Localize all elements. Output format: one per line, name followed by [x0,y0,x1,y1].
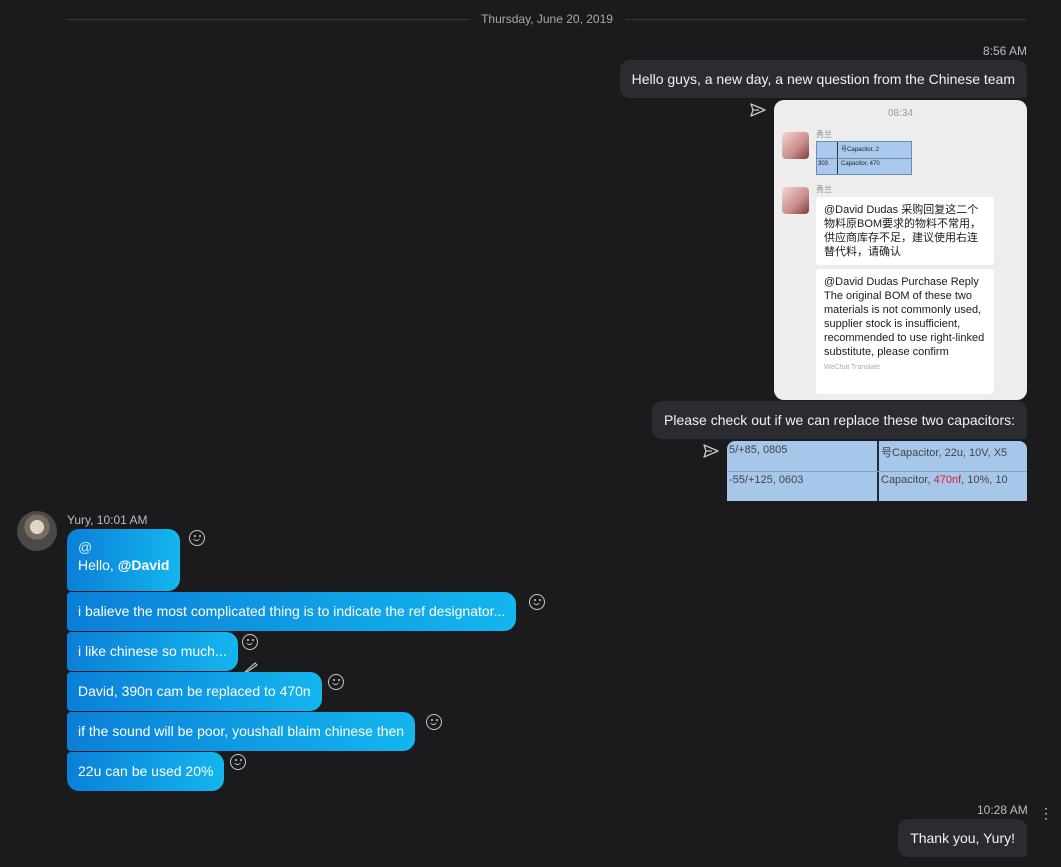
smiley-icon[interactable] [189,530,205,546]
divider [625,19,1027,20]
send-icon [750,103,766,117]
incoming-message[interactable]: David, 390n cam be replaced to 470n [67,672,322,711]
table-cell: Capacitor, 470nf, 10%, 10 [881,474,1008,486]
incoming-message[interactable]: 22u can be used 20% [67,752,225,791]
incoming-message[interactable]: i balieve the most complicated thing is … [67,592,517,631]
avatar [782,187,809,214]
message-timestamp: 8:56 AM [983,44,1028,58]
smiley-icon[interactable] [426,714,442,730]
image-time: 08:34 [887,108,914,119]
mention[interactable]: @David [118,557,170,573]
table-cell: 号Capacitor, 2 [841,147,880,153]
smiley-icon[interactable] [328,674,344,690]
capacitor-table-image[interactable]: 5/+85, 0805 号Capacitor, 22u, 10V, X5 -55… [727,441,1027,501]
table-cell: -55/+125, 0603 [729,474,804,486]
avatar[interactable] [17,511,57,551]
translation-note: WeChat Translate [824,364,880,371]
sender-name-time: Yury, 10:01 AM [67,513,148,527]
divider [67,19,469,20]
wechat-screenshot-image[interactable]: 08:34 秀兰 号Capacitor, 2 303 Capacitor, 47… [774,100,1027,400]
outgoing-message[interactable]: Hello guys, a new day, a new question fr… [619,60,1027,98]
table-cell: 303 [818,161,829,167]
table-cell: 号Capacitor, 22u, 10V, X5 [881,447,1008,459]
translation-text: @David Dudas Purchase Reply The original… [824,276,985,358]
outgoing-message[interactable]: Thank you, Yury! [898,819,1027,857]
send-icon [703,444,719,458]
outgoing-message[interactable]: Please check out if we can replace these… [652,401,1027,439]
sender-name: 秀兰 [816,130,832,139]
smiley-icon[interactable] [242,634,258,650]
table-cell: Capacitor, 470 [841,161,880,167]
smiley-icon[interactable] [529,594,545,610]
message-text: Hello, [78,557,118,573]
incoming-message[interactable]: i like chinese so much... [67,632,238,671]
table-cell: 5/+85, 0805 [729,444,788,456]
smiley-icon[interactable] [230,754,246,770]
avatar [782,132,809,159]
date-label: Thursday, June 20, 2019 [481,12,613,26]
table-snippet: 号Capacitor, 2 303 Capacitor, 470 [816,141,912,175]
message-timestamp: 10:28 AM [977,803,1028,817]
translated-message: @David Dudas Purchase Reply The original… [816,269,994,394]
more-vertical-icon[interactable]: ⋮ [1039,806,1053,820]
mention-symbol: @ [78,539,93,555]
chinese-message: @David Dudas 采购回复这二个物料原BOM要求的物料不常用，供应商库存… [816,197,994,265]
incoming-message[interactable]: if the sound will be poor, youshall blai… [67,712,416,751]
date-separator: Thursday, June 20, 2019 [67,10,1027,28]
sender-name: 秀兰 [816,185,832,194]
incoming-message[interactable]: @ Hello, @David [67,529,181,591]
